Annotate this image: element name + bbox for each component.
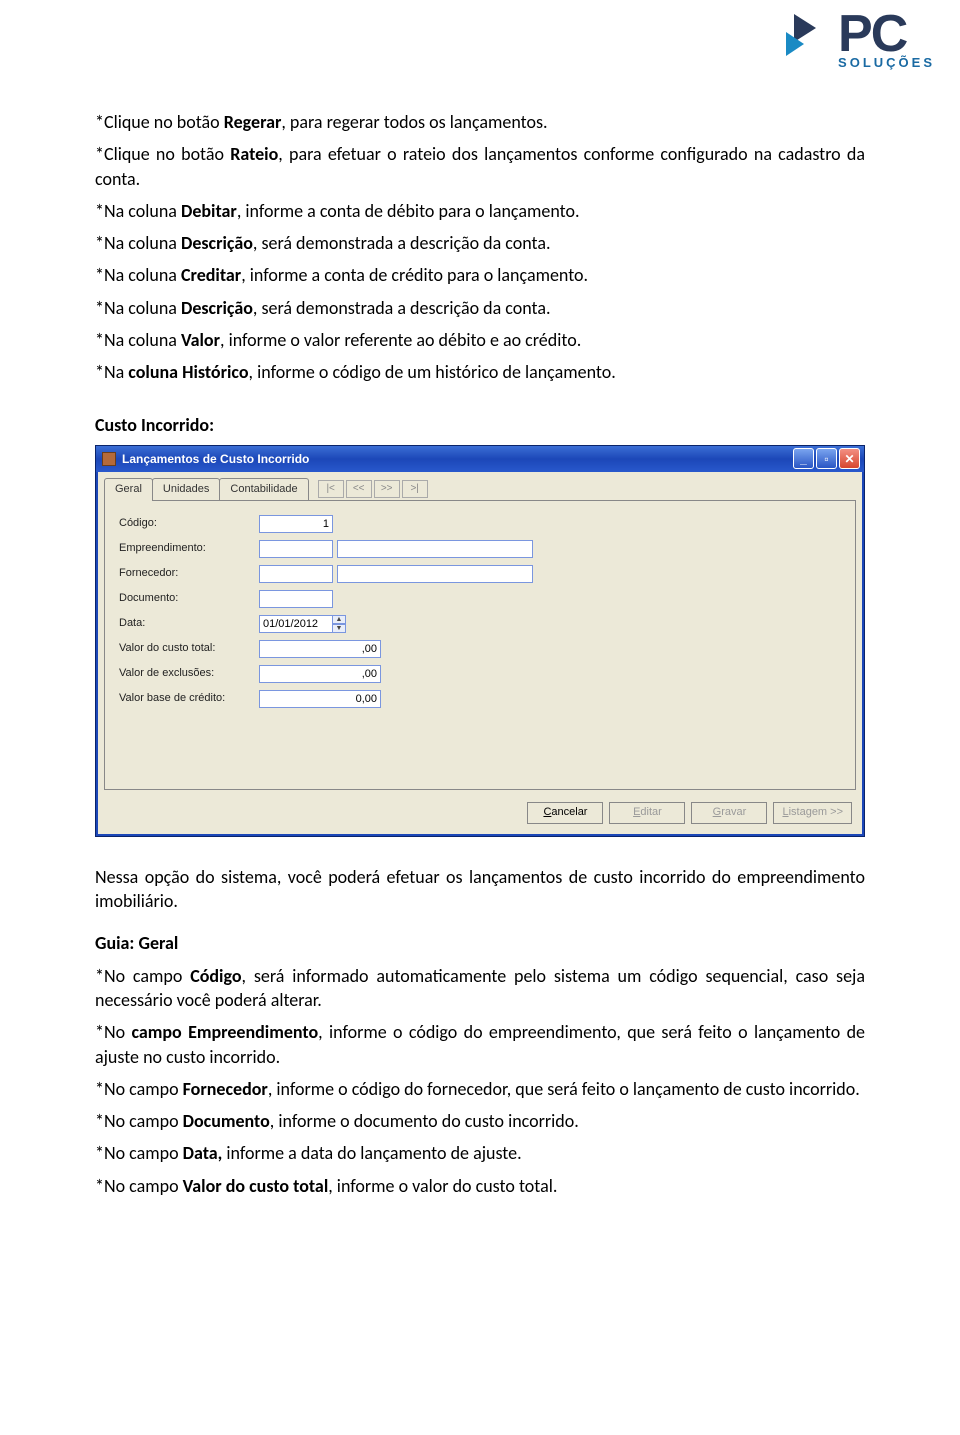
form-panel: Código: Empreendimento: Fornecedor: xyxy=(104,500,856,790)
minimize-button[interactable]: _ xyxy=(793,448,814,469)
valor-custo-total-label: Valor do custo total: xyxy=(119,641,259,656)
nav-next-button[interactable]: >> xyxy=(374,480,400,498)
paragraph: *Na coluna Valor, informe o valor refere… xyxy=(95,328,865,352)
section-heading: Custo Incorrido: xyxy=(95,413,865,437)
valor-exclusoes-input[interactable] xyxy=(259,665,381,683)
cancelar-button[interactable]: CCancelarancelar xyxy=(527,802,603,824)
window-app-icon xyxy=(102,452,116,466)
tab-contabilidade[interactable]: Contabilidade xyxy=(219,478,308,500)
fornecedor-code-input[interactable] xyxy=(259,565,333,583)
paragraph: *No campo Documento, informe o documento… xyxy=(95,1109,865,1133)
data-label: Data: xyxy=(119,616,259,631)
paragraph: *No campo Fornecedor, informe o código d… xyxy=(95,1077,865,1101)
gravar-button[interactable]: GravarGravar xyxy=(691,802,767,824)
window-title: Lançamentos de Custo Incorrido xyxy=(122,451,309,467)
listagem-button[interactable]: Listagem >>Listagem >> xyxy=(773,802,852,824)
valor-exclusoes-label: Valor de exclusões: xyxy=(119,666,259,681)
date-spinner[interactable]: ▲ ▼ xyxy=(332,615,346,633)
tab-unidades[interactable]: Unidades xyxy=(152,478,220,500)
fornecedor-desc-input[interactable] xyxy=(337,565,533,583)
paragraph: *No campo Data, informe a data do lançam… xyxy=(95,1141,865,1165)
paragraph: Nessa opção do sistema, você poderá efet… xyxy=(95,865,865,914)
paragraph: *Na coluna Descrição, será demonstrada a… xyxy=(95,231,865,255)
paragraph: *No campo Valor do custo total, informe … xyxy=(95,1174,865,1198)
paragraph: *Na coluna Debitar, informe a conta de d… xyxy=(95,199,865,223)
brand-logo: PC SOLUÇÕES xyxy=(786,8,935,69)
data-input[interactable] xyxy=(259,615,333,633)
fornecedor-label: Fornecedor: xyxy=(119,566,259,581)
spin-down-icon[interactable]: ▼ xyxy=(332,624,346,633)
maximize-button[interactable]: ▫ xyxy=(816,448,837,469)
empreendimento-label: Empreendimento: xyxy=(119,541,259,556)
valor-base-credito-input[interactable] xyxy=(259,690,381,708)
documento-label: Documento: xyxy=(119,591,259,606)
codigo-label: Código: xyxy=(119,516,259,531)
logo-tagline: SOLUÇÕES xyxy=(838,56,935,69)
section-heading: Guia: Geral xyxy=(95,931,865,955)
nav-first-button[interactable]: |< xyxy=(318,480,344,498)
nav-prev-button[interactable]: << xyxy=(346,480,372,498)
codigo-input[interactable] xyxy=(259,515,333,533)
dialog-window: Lançamentos de Custo Incorrido _ ▫ ✕ Ger… xyxy=(95,445,865,837)
window-titlebar: Lançamentos de Custo Incorrido _ ▫ ✕ xyxy=(96,446,864,472)
nav-last-button[interactable]: >| xyxy=(402,480,428,498)
paragraph: *Na coluna Histórico, informe o código d… xyxy=(95,360,865,384)
valor-custo-total-input[interactable] xyxy=(259,640,381,658)
paragraph: *Clique no botão Rateio, para efetuar o … xyxy=(95,142,865,191)
paragraph: *No campo Código, será informado automat… xyxy=(95,964,865,1013)
logo-brand-text: PC xyxy=(838,8,935,60)
paragraph: *No campo Empreendimento, informe o códi… xyxy=(95,1020,865,1069)
editar-button[interactable]: EditarEditar xyxy=(609,802,685,824)
empreendimento-code-input[interactable] xyxy=(259,540,333,558)
paragraph: *Clique no botão Regerar, para regerar t… xyxy=(95,110,865,134)
paragraph: *Na coluna Descrição, será demonstrada a… xyxy=(95,296,865,320)
logo-mark-icon xyxy=(786,8,832,69)
documento-input[interactable] xyxy=(259,590,333,608)
valor-base-credito-label: Valor base de crédito: xyxy=(119,691,259,706)
close-button[interactable]: ✕ xyxy=(839,448,860,469)
empreendimento-desc-input[interactable] xyxy=(337,540,533,558)
paragraph: *Na coluna Creditar, informe a conta de … xyxy=(95,263,865,287)
tab-geral[interactable]: Geral xyxy=(104,478,153,501)
spin-up-icon[interactable]: ▲ xyxy=(332,615,346,624)
